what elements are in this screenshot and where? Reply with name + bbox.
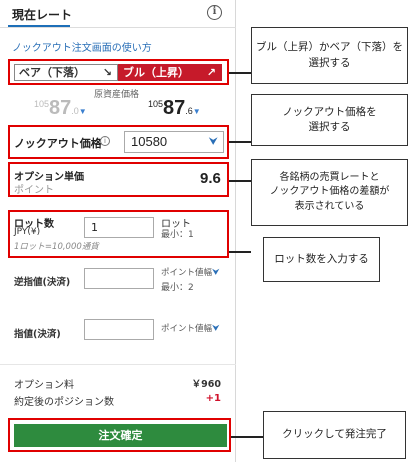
bid-price: 10587.0▼ — [34, 97, 87, 119]
highlight-option-price — [8, 162, 229, 197]
callout-submit: クリックして発注完了 — [263, 411, 406, 459]
highlight-lot — [8, 210, 229, 258]
chevron-down-icon: ⮟ — [212, 324, 220, 334]
divider — [0, 364, 236, 365]
position-count-label: 約定後のポジション数 — [14, 397, 114, 408]
howto-link[interactable]: ノックアウト注文画面の使い方 — [12, 39, 152, 54]
price-down-icon: ▼ — [192, 107, 201, 116]
callout-lot: ロット数を入力する — [263, 237, 380, 282]
callout-knockout: ノックアウト価格を 選択する — [251, 94, 408, 146]
chevron-down-icon: ⮟ — [212, 268, 220, 278]
callout-direction: ブル（上昇）かベア（下落）を 選択する — [251, 27, 408, 84]
position-count-value: +1 — [205, 393, 221, 404]
callout-connector — [229, 251, 251, 253]
limit-order-unit-select[interactable]: ポイント値幅⮟ — [161, 322, 220, 334]
option-fee-label: オプション料 — [14, 380, 74, 391]
limit-order-label: 指値(決済) — [14, 329, 61, 340]
price-down-icon: ▼ — [78, 107, 87, 116]
tab-current-rate[interactable]: 現在レート — [12, 6, 72, 23]
callout-connector — [229, 141, 251, 143]
stop-order-input[interactable] — [84, 268, 154, 289]
header-divider — [0, 27, 236, 28]
stop-order-min: 最小：2 — [161, 283, 194, 293]
callout-option-price: 各銘柄の売買レートと ノックアウト価格の差額が 表示されている — [251, 159, 408, 226]
callout-connector — [231, 436, 263, 438]
panel-header: 現在レート i — [0, 0, 236, 28]
option-fee-value: ￥960 — [191, 379, 221, 390]
highlight-direction — [8, 59, 229, 85]
stop-order-unit-select[interactable]: ポイント値幅⮟ — [161, 266, 220, 278]
callout-connector — [229, 180, 251, 182]
limit-order-input[interactable] — [84, 319, 154, 340]
info-icon[interactable]: i — [207, 5, 222, 20]
stop-order-label: 逆指値(決済) — [14, 277, 71, 288]
ask-price: 10587.6▼ — [148, 97, 201, 119]
callout-connector — [229, 72, 251, 74]
highlight-knockout — [8, 125, 229, 159]
underlying-price-label: 原資産価格 — [94, 90, 140, 100]
highlight-submit — [8, 418, 231, 452]
